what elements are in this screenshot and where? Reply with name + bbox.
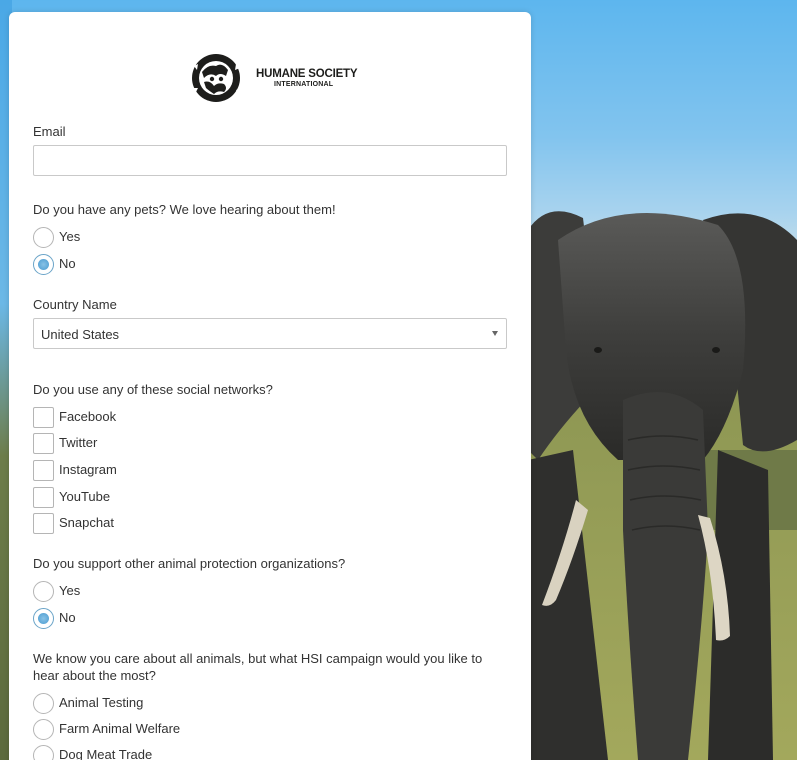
- dog-meat-trade-label: Dog Meat Trade: [59, 747, 153, 760]
- farm-animal-welfare-label: Farm Animal Welfare: [59, 721, 181, 736]
- email-field[interactable]: [33, 145, 507, 176]
- social-question: Do you use any of these social networks?: [33, 382, 273, 397]
- email-label: Email: [33, 124, 66, 139]
- other-orgs-no-label: No: [59, 610, 76, 625]
- other-orgs-option-no[interactable]: No: [33, 608, 503, 630]
- youtube-label: YouTube: [59, 489, 111, 504]
- pets-yes-radio[interactable]: [33, 227, 54, 248]
- country-selected-value: United States: [41, 327, 120, 342]
- facebook-checkbox[interactable]: [33, 407, 54, 428]
- twitter-label: Twitter: [59, 435, 98, 450]
- pets-option-yes[interactable]: Yes: [33, 227, 503, 249]
- campaign-question-line2: hear about the most?: [33, 668, 156, 683]
- pets-yes-label: Yes: [59, 229, 81, 244]
- other-orgs-question: Do you support other animal protection o…: [33, 556, 346, 571]
- social-option-twitter[interactable]: Twitter: [33, 433, 503, 455]
- social-option-facebook[interactable]: Facebook: [33, 407, 503, 429]
- instagram-label: Instagram: [59, 462, 117, 477]
- hsi-logo: HUMANE SOCIETY INTERNATIONAL: [190, 52, 360, 104]
- social-option-instagram[interactable]: Instagram: [33, 460, 503, 482]
- logo-wordmark: HUMANE SOCIETY: [256, 68, 358, 80]
- animal-testing-label: Animal Testing: [59, 695, 144, 710]
- other-orgs-no-radio[interactable]: [33, 608, 54, 629]
- signup-form-card: HUMANE SOCIETY INTERNATIONAL Email Do yo…: [9, 12, 531, 760]
- youtube-checkbox[interactable]: [33, 487, 54, 508]
- farm-animal-welfare-radio[interactable]: [33, 719, 54, 740]
- other-orgs-option-yes[interactable]: Yes: [33, 581, 503, 603]
- instagram-checkbox[interactable]: [33, 460, 54, 481]
- facebook-label: Facebook: [59, 409, 117, 424]
- country-select[interactable]: United States: [33, 318, 507, 349]
- pets-option-no[interactable]: No: [33, 254, 503, 276]
- caret-down-icon: [492, 331, 498, 336]
- campaign-option-farm-animal-welfare[interactable]: Farm Animal Welfare: [33, 719, 503, 741]
- snapchat-label: Snapchat: [59, 515, 114, 530]
- pets-question: Do you have any pets? We love hearing ab…: [33, 202, 336, 217]
- other-orgs-yes-radio[interactable]: [33, 581, 54, 602]
- elephant-photo: [528, 211, 797, 760]
- twitter-checkbox[interactable]: [33, 433, 54, 454]
- snapchat-checkbox[interactable]: [33, 513, 54, 534]
- social-option-snapchat[interactable]: Snapchat: [33, 513, 503, 535]
- campaign-question-line1: We know you care about all animals, but …: [33, 651, 483, 666]
- campaign-option-animal-testing[interactable]: Animal Testing: [33, 693, 503, 715]
- logo-subtitle: INTERNATIONAL: [274, 81, 334, 88]
- pets-no-label: No: [59, 256, 76, 271]
- pets-no-radio[interactable]: [33, 254, 54, 275]
- social-option-youtube[interactable]: YouTube: [33, 487, 503, 509]
- dog-meat-trade-radio[interactable]: [33, 745, 54, 760]
- animal-globe-icon: [192, 54, 241, 102]
- campaign-option-dog-meat-trade[interactable]: Dog Meat Trade: [33, 745, 503, 760]
- country-label: Country Name: [33, 297, 117, 312]
- animal-testing-radio[interactable]: [33, 693, 54, 714]
- other-orgs-yes-label: Yes: [59, 583, 81, 598]
